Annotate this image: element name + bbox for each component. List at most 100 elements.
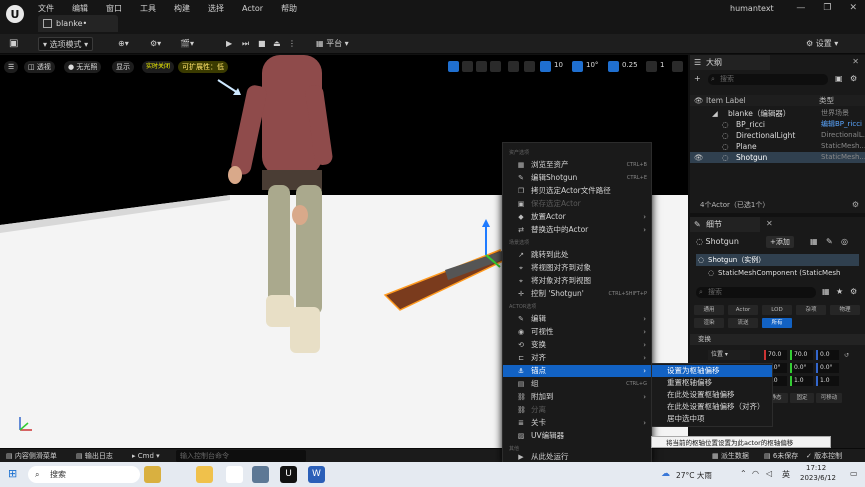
unsaved-button[interactable]: ▤ 6未保存 [764,450,798,462]
blueprint-icon[interactable]: ⚙▾ [150,37,161,51]
move-icon[interactable] [462,61,473,72]
menu-align-view-to-object[interactable]: ⌖ 将视图对齐到对象 [503,262,651,274]
col-type[interactable]: 类型 [819,95,834,106]
outliner-row-selected[interactable]: 👁 ◌ Shotgun StaticMesh... [690,152,865,163]
rotation-snap-value[interactable]: 10° [586,61,598,69]
play-icon[interactable]: ▶ [226,37,232,51]
row-type-link[interactable]: 编辑BP_ricci [821,119,865,130]
blueprint-icon[interactable]: ▦ [810,237,818,246]
scale-snap-value[interactable]: 0.25 [622,61,638,69]
outliner-row[interactable]: ◌ BP_ricci 编辑BP_ricci [690,119,865,130]
menu-level[interactable]: ≣ 关卡 › [503,417,651,429]
outliner-row[interactable]: ◢ blanke（编辑器） 世界场景 [690,108,865,119]
location-y[interactable]: 70.0 [790,350,813,360]
cinematics-icon[interactable]: 🎬▾ [180,37,194,51]
menu-file[interactable]: 文件 [38,3,54,14]
grid-snap-icon[interactable] [540,61,551,72]
rotation-snap-icon[interactable] [572,61,583,72]
menu-pivot[interactable]: ⚓ 锚点 › [503,365,651,377]
outliner-close-icon[interactable]: ✕ [852,57,859,66]
outliner-row[interactable]: ◌ DirectionalLight DirectionalL... [690,130,865,141]
scale-z[interactable]: 1.0 [816,376,839,386]
menu-transform[interactable]: ⟲ 变换 › [503,339,651,351]
menu-uv-editor[interactable]: ▨ UV编辑器 [503,430,651,442]
details-search-input[interactable]: ⌕ 搜索 [696,287,816,298]
filter-chip-streaming[interactable]: 流送 [728,318,758,328]
maximize-icon[interactable]: ❐ [823,3,831,13]
output-log-button[interactable]: ▤ 输出日志 [76,450,113,462]
outliner-add-icon[interactable]: + [694,74,702,83]
unreal-editor-icon[interactable]: U [280,466,297,483]
select-translate-icon[interactable] [448,61,459,72]
menu-attach-to[interactable]: ⛓ 附加到 › [503,391,651,403]
menu-help[interactable]: 帮助 [281,3,297,14]
menu-edit[interactable]: 编辑 [72,3,88,14]
menu-build[interactable]: 构建 [174,3,190,14]
network-icon[interactable]: ◠ [752,469,759,478]
content-drawer-button[interactable]: ▤ 内容侧滑菜单 [6,450,57,462]
show-button[interactable]: 显示 [112,61,134,73]
location-x[interactable]: 70.0 [764,350,787,360]
location-z[interactable]: 0.0 [816,350,839,360]
stop-icon[interactable]: ■ [258,37,266,51]
mobility-stationary[interactable]: 固定 [790,393,814,403]
details-star-icon[interactable]: ★ [836,287,843,296]
clock-date[interactable]: 2023/6/12 [800,474,836,482]
close-icon[interactable]: ✕ [849,3,857,13]
camera-speed-value[interactable]: 1 [660,61,664,69]
outliner-tab[interactable]: ☰ 大纲 [690,55,770,70]
add-content-icon[interactable]: ⊕▾ [118,37,129,51]
menu-actor[interactable]: Actor [242,4,263,13]
outliner-search-input[interactable]: ⌕ 搜索 [708,74,828,85]
save-icon[interactable]: ▣ [9,37,18,51]
ime-indicator[interactable]: 英 [782,469,790,480]
filter-chip-rendering[interactable]: 渲染 [694,318,724,328]
outliner-settings-icon[interactable]: ⚙ [850,74,857,83]
rotation-z[interactable]: 0.0° [816,363,839,373]
rotate-icon[interactable] [476,61,487,72]
viewport-menu-button[interactable]: ☰ [4,61,19,73]
submenu-set-pivot-offset[interactable]: 设置为枢轴偏移 [652,365,772,377]
menu-place-actor[interactable]: ◆ 放置Actor › [503,211,651,223]
visibility-icon[interactable]: 👁 [694,152,704,163]
derived-data-button[interactable]: ▦ 派生数据 [712,450,749,462]
minimize-icon[interactable]: — [796,3,805,13]
menu-snap-here[interactable]: ↗ 跳转到此处 [503,249,651,261]
rotation-y[interactable]: 0.0° [790,363,813,373]
app-icon[interactable] [252,466,269,483]
filter-chip-actor[interactable]: Actor [728,305,758,315]
weather-text[interactable]: 27°C 大雨 [676,470,712,481]
surface-snap-icon[interactable] [524,61,535,72]
eject-icon[interactable]: ⏏ [273,37,281,51]
col-item-label[interactable]: Item Label [706,95,746,106]
add-component-button[interactable]: +添加 [766,236,794,248]
tray-chevron-icon[interactable]: ⌃ [740,469,747,478]
filter-chip-physics[interactable]: 物理 [830,305,860,315]
filter-chip-misc[interactable]: 杂项 [796,305,826,315]
menu-edit-shotgun[interactable]: ✎ 编辑Shotgun CTRL+E [503,172,651,184]
component-root-row[interactable]: ◌ Shotgun（实例） [696,254,859,266]
menu-replace-actor[interactable]: ⇄ 替换选中的Actor › [503,224,651,236]
taskbar-search-box[interactable]: ⌕ 搜索 [28,466,140,483]
location-dropdown[interactable]: 位置 ▾ [708,350,750,360]
settings-button[interactable]: ⚙ 设置 ▾ [806,37,838,51]
lock-icon[interactable]: ◎ [841,237,848,246]
mode-select[interactable]: ▾ 选项模式 ▾ [38,37,94,51]
volume-icon[interactable]: ◁ [766,469,772,478]
submenu-set-pivot-here-snapped[interactable]: 在此处设置枢轴偏移（对齐） [652,401,772,413]
menu-pilot-actor[interactable]: ✛ 控制 'Shotgun' CTRL+SHIFT+P [503,288,651,300]
step-icon[interactable]: ⏭ [242,37,249,51]
console-command-input[interactable]: 输入控制台命令 [176,450,306,462]
submenu-center-selection[interactable]: 居中选中项 [652,413,772,425]
lighting-button[interactable]: ● 无光照 [64,61,102,73]
menu-window[interactable]: 窗口 [106,3,122,14]
cmd-dropdown[interactable]: ▸ Cmd ▾ [132,450,160,462]
filter-chip-lod[interactable]: LOD [762,305,792,315]
menu-copy-file-path[interactable]: ❐ 拷贝选定Actor文件路径 [503,185,651,197]
menu-select[interactable]: 选择 [208,3,224,14]
platform-button[interactable]: ▦ 平台 ▾ [316,37,349,51]
menu-visibility[interactable]: ◉ 可视性 › [503,326,651,338]
grid-snap-value[interactable]: 10 [554,61,563,69]
scale-snap-icon[interactable] [608,61,619,72]
menu-snap-align[interactable]: ⊏ 对齐 › [503,352,651,364]
